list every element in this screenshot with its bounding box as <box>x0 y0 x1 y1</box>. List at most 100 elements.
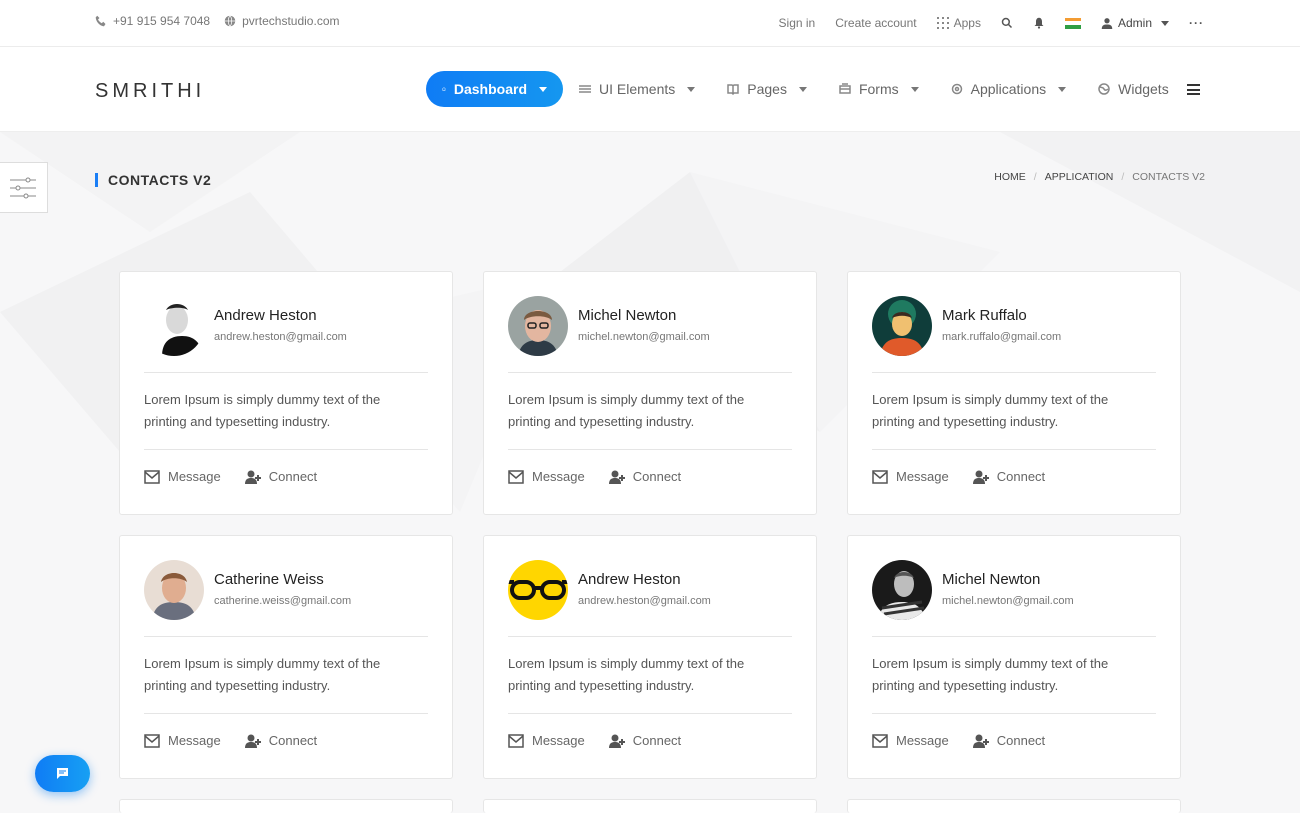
breadcrumb-home[interactable]: HOME <box>994 171 1026 183</box>
nav-item-ui-elements[interactable]: UI Elements <box>563 71 711 107</box>
contact-email: andrew.heston@gmail.com <box>214 331 347 343</box>
breadcrumb-current: CONTACTS V2 <box>1132 171 1205 183</box>
chat-button[interactable] <box>35 755 90 792</box>
contact-email: andrew.heston@gmail.com <box>578 595 711 607</box>
user-menu[interactable]: Admin <box>1101 16 1169 30</box>
avatar <box>508 296 568 356</box>
envelope-icon <box>508 469 524 484</box>
settings-panel-toggle[interactable] <box>0 162 48 213</box>
india-flag-icon[interactable] <box>1064 17 1081 29</box>
message-label: Message <box>168 469 221 484</box>
user-name: Admin <box>1117 16 1152 30</box>
message-button[interactable]: Message <box>872 469 949 484</box>
chevron-down-icon <box>1058 86 1067 92</box>
user-plus-icon <box>608 734 625 748</box>
nav-item-forms[interactable]: Forms <box>823 71 935 107</box>
settings-icon <box>951 83 962 95</box>
avatar <box>872 560 932 620</box>
contact-card-partial <box>847 799 1181 813</box>
connect-button[interactable]: Connect <box>972 469 1046 484</box>
avatar <box>872 296 932 356</box>
breadcrumb-separator: / <box>1033 171 1037 183</box>
globe-icon <box>1098 83 1110 95</box>
user-plus-icon <box>972 470 989 484</box>
contact-name[interactable]: Catherine Weiss <box>214 571 324 588</box>
nav-label: Forms <box>858 81 899 97</box>
connect-label: Connect <box>996 469 1046 484</box>
divider <box>508 372 792 373</box>
page-title-text: CONTACTS V2 <box>108 172 212 188</box>
user-icon <box>1101 18 1113 29</box>
website-info[interactable]: pvrtechstudio.com <box>224 14 340 28</box>
contact-email: michel.newton@gmail.com <box>578 331 710 343</box>
contact-email: michel.newton@gmail.com <box>942 595 1074 607</box>
contact-name[interactable]: Andrew Heston <box>578 571 681 588</box>
message-button[interactable]: Message <box>144 469 221 484</box>
apps-label: Apps <box>953 16 981 30</box>
message-button[interactable]: Message <box>508 733 585 748</box>
more-icon[interactable]: ··· <box>1189 16 1204 30</box>
hamburger-menu-icon[interactable] <box>1187 84 1200 95</box>
divider <box>872 449 1156 450</box>
divider <box>508 449 792 450</box>
contact-name[interactable]: Michel Newton <box>578 307 676 324</box>
connect-button[interactable]: Connect <box>244 733 318 748</box>
contact-email: catherine.weiss@gmail.com <box>214 595 352 607</box>
chevron-down-icon <box>910 86 919 92</box>
user-plus-icon <box>972 734 989 748</box>
contact-description: Lorem Ipsum is simply dummy text of the … <box>144 656 381 693</box>
divider <box>872 372 1156 373</box>
envelope-icon <box>872 733 888 748</box>
sign-in-link[interactable]: Sign in <box>779 16 816 30</box>
website-link[interactable]: pvrtechstudio.com <box>242 14 339 28</box>
connect-button[interactable]: Connect <box>608 733 682 748</box>
nav-item-dashboard[interactable]: Dashboard <box>426 71 563 107</box>
message-button[interactable]: Message <box>872 733 949 748</box>
chevron-down-icon <box>687 86 696 92</box>
envelope-icon <box>872 469 888 484</box>
contact-card: Catherine Weiss catherine.weiss@gmail.co… <box>119 535 453 779</box>
message-label: Message <box>896 733 949 748</box>
contact-card: Mark Ruffalo mark.ruffalo@gmail.com Lore… <box>847 271 1181 515</box>
home-icon <box>442 87 446 91</box>
contact-card: Michel Newton michel.newton@gmail.com Lo… <box>847 535 1181 779</box>
search-icon[interactable] <box>1001 17 1013 29</box>
connect-label: Connect <box>632 469 682 484</box>
message-label: Message <box>532 469 585 484</box>
contact-card-partial <box>119 799 453 813</box>
connect-button[interactable]: Connect <box>244 469 317 484</box>
message-label: Message <box>168 733 221 748</box>
brand-logo[interactable]: SMRITHI <box>95 80 205 103</box>
chevron-down-icon <box>1161 20 1169 26</box>
connect-label: Connect <box>996 733 1046 748</box>
breadcrumb-application[interactable]: APPLICATION <box>1045 171 1114 183</box>
phone-info: +91 915 954 7048 <box>95 14 210 28</box>
globe-icon <box>224 15 236 27</box>
chevron-down-icon <box>798 86 807 92</box>
divider <box>144 372 428 373</box>
message-button[interactable]: Message <box>508 469 585 484</box>
nav-item-applications[interactable]: Applications <box>935 71 1083 107</box>
contact-name[interactable]: Michel Newton <box>942 571 1040 588</box>
connect-button[interactable]: Connect <box>972 733 1046 748</box>
contact-name[interactable]: Mark Ruffalo <box>942 307 1027 324</box>
nav-label: UI Elements <box>599 81 676 97</box>
phone-number: +91 915 954 7048 <box>113 14 211 28</box>
avatar <box>144 560 204 620</box>
connect-label: Connect <box>632 733 682 748</box>
divider <box>508 713 792 714</box>
contact-name[interactable]: Andrew Heston <box>214 307 317 324</box>
avatar <box>144 296 204 356</box>
divider <box>144 636 428 637</box>
nav-item-pages[interactable]: Pages <box>711 71 823 107</box>
bell-icon[interactable] <box>1033 17 1045 29</box>
contact-card: Michel Newton michel.newton@gmail.com Lo… <box>483 271 817 515</box>
chevron-down-icon <box>539 86 547 92</box>
create-account-link[interactable]: Create account <box>835 16 916 30</box>
connect-label: Connect <box>268 733 318 748</box>
message-button[interactable]: Message <box>144 733 221 748</box>
nav-item-widgets[interactable]: Widgets <box>1082 71 1185 107</box>
connect-button[interactable]: Connect <box>608 469 682 484</box>
title-accent-bar <box>95 173 98 187</box>
apps-menu[interactable]: Apps <box>936 16 981 30</box>
